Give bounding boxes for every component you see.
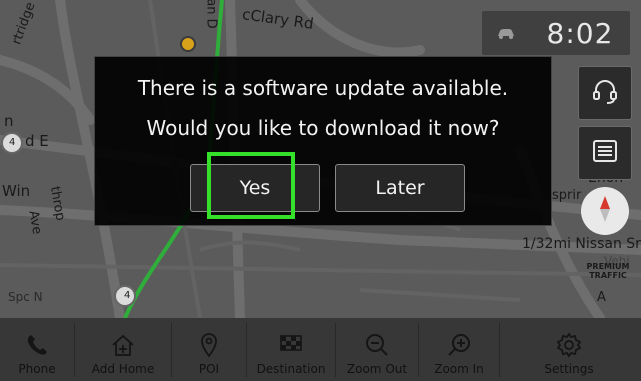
poi-label: POI (198, 362, 220, 376)
map-label: A (597, 290, 606, 305)
add-home-icon (108, 330, 138, 360)
destination-button[interactable]: Destination (247, 318, 335, 381)
premium-traffic-badge[interactable]: PREMIUM TRAFFIC (582, 262, 634, 280)
add-home-label: Add Home (91, 362, 155, 376)
compass-button[interactable] (581, 187, 629, 235)
dialog-message-line1: There is a software update available. (137, 76, 509, 100)
poi-button[interactable]: POI (172, 318, 246, 381)
navigation-screen: cClary Rd rtridge an D n d E Win throp A… (0, 0, 641, 381)
poi-pin-icon (198, 330, 220, 360)
status-clock-box: 8:02 (482, 11, 630, 55)
compass-icon (589, 193, 621, 229)
phone-button[interactable]: Phone (0, 318, 74, 381)
zoom-in-icon (446, 330, 472, 360)
map-label: d E (25, 132, 49, 150)
current-location-label: Nissan Sr (575, 236, 641, 252)
map-label: an D (203, 0, 219, 29)
map-label: n (4, 112, 14, 130)
map-menu-button[interactable] (578, 126, 632, 180)
map-label: sprir (552, 188, 582, 203)
add-home-button[interactable]: Add Home (75, 318, 171, 381)
phone-icon (24, 330, 50, 360)
poi-marker (180, 36, 196, 52)
map-label: 4 (9, 137, 16, 148)
map-scale: 1/32mi (522, 236, 571, 252)
vehicle-icon (482, 11, 530, 55)
dialog-message-line2: Would you like to download it now? (146, 116, 500, 140)
clock-time: 8:02 (546, 16, 614, 50)
zoom-in-label: Zoom In (434, 362, 484, 376)
map-scale-row: 1/32mi Nissan Sr (522, 236, 641, 252)
phone-label: Phone (18, 362, 56, 376)
zoom-in-button[interactable]: Zoom In (419, 318, 499, 381)
voice-assistant-button[interactable] (578, 66, 632, 120)
map-label: Spc N (8, 290, 43, 304)
headset-icon (591, 77, 619, 109)
list-menu-icon (591, 137, 619, 169)
settings-gear-icon (556, 330, 582, 360)
software-update-dialog: There is a software update available. Wo… (94, 56, 552, 226)
settings-label: Settings (544, 362, 594, 376)
map-label: Win (2, 182, 31, 200)
zoom-out-icon (364, 330, 390, 360)
destination-label: Destination (256, 362, 326, 376)
later-button[interactable]: Later (335, 164, 465, 212)
yes-highlight-box (207, 152, 295, 219)
map-label: 4 (124, 290, 131, 301)
zoom-out-button[interactable]: Zoom Out (336, 318, 418, 381)
bottom-toolbar: Phone Add Home POI Destination Zoom Out … (0, 318, 641, 381)
zoom-out-label: Zoom Out (346, 362, 408, 376)
destination-flag-icon (277, 330, 305, 360)
settings-button[interactable]: Settings (500, 318, 638, 381)
